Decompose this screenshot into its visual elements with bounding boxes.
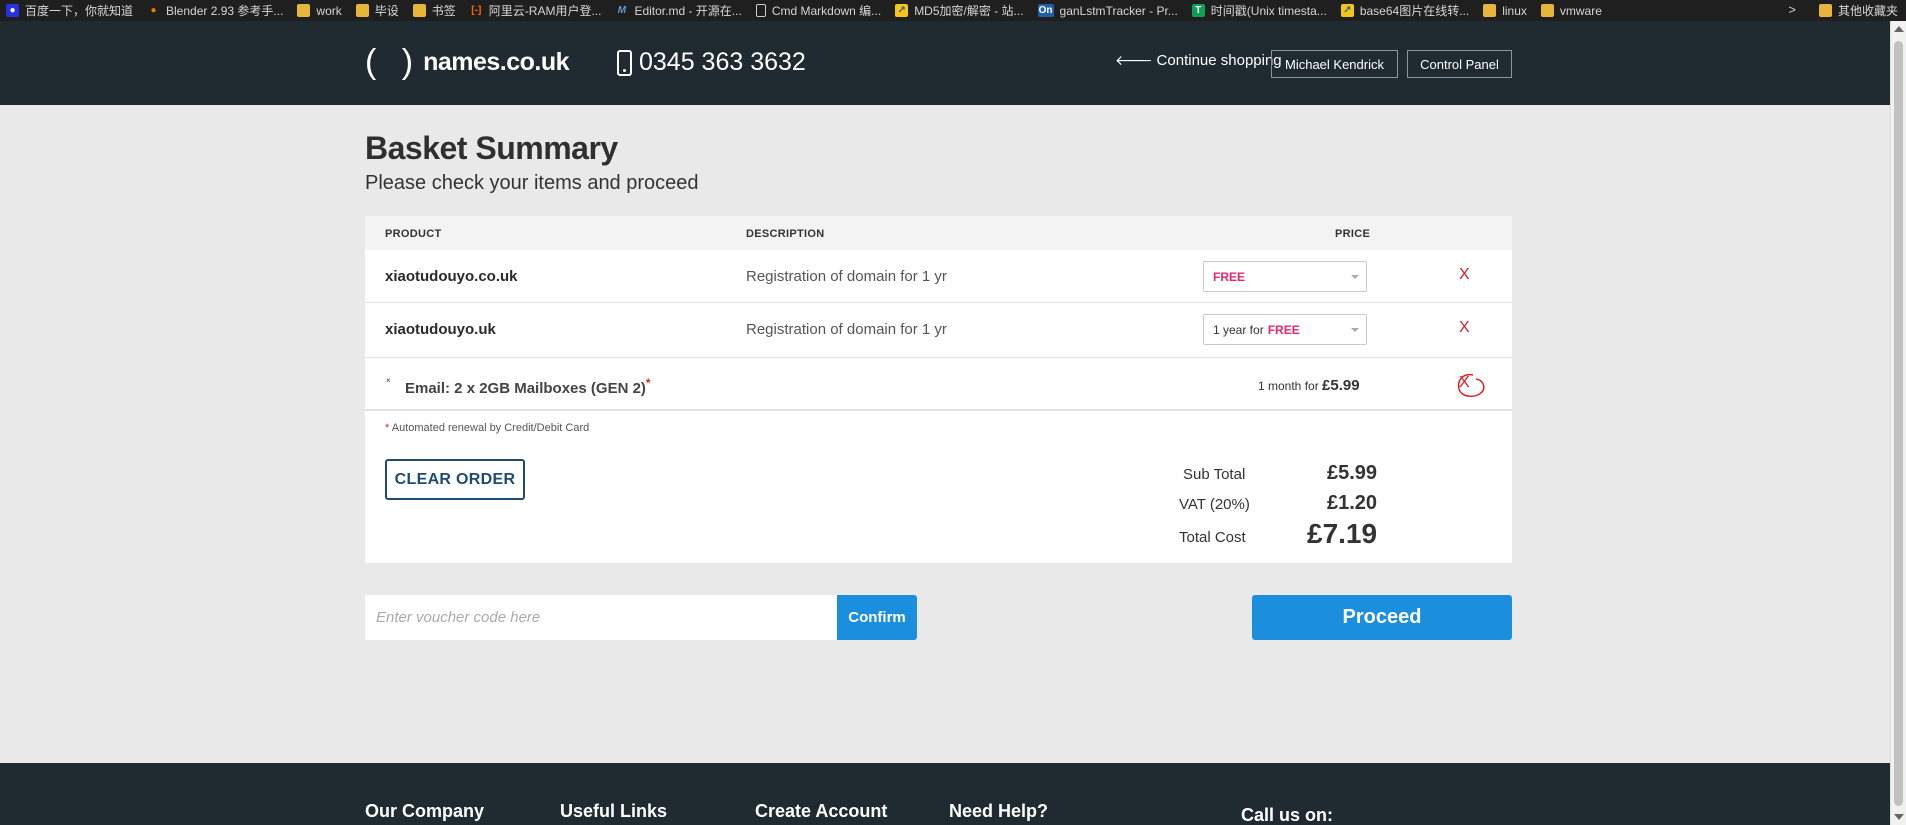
bookmark-overleaf[interactable]: On ganLstmTracker - Pr...: [1032, 0, 1186, 21]
bookmark-shuqian[interactable]: 书签: [407, 0, 464, 21]
vat-label: VAT (20%): [1179, 496, 1250, 513]
sub-total-label: Sub Total: [1183, 466, 1246, 483]
footer-need-help[interactable]: Need Help?: [949, 801, 1048, 822]
scroll-down-icon[interactable]: [1894, 814, 1904, 820]
bookmark-cmd-markdown[interactable]: Cmd Markdown 编...: [750, 0, 889, 21]
folder-icon: [355, 4, 369, 17]
remove-button[interactable]: X: [1459, 319, 1470, 337]
mobile-phone-icon: [617, 49, 632, 76]
bookmark-linux[interactable]: linux: [1477, 0, 1535, 21]
scrollbar-thumb[interactable]: [1894, 41, 1903, 806]
logo[interactable]: ( ) names.co.uk: [365, 43, 570, 81]
bookmark-aliyun[interactable]: [-] 阿里云-RAM用户登...: [464, 0, 610, 21]
page-icon: [755, 4, 766, 17]
chevron-down-icon: [1351, 275, 1359, 279]
editor-md-icon: M: [617, 5, 627, 16]
logo-mark: ( ): [365, 43, 422, 81]
logo-text: names.co.uk: [423, 47, 570, 76]
renewal-note: * Automated renewal by Credit/Debit Card: [385, 422, 590, 434]
price-free: FREE: [1267, 322, 1300, 337]
account-button[interactable]: Michael Kendrick: [1271, 50, 1398, 78]
arrow-left-icon: 🡐: [1115, 52, 1153, 68]
base64-icon: ↗: [1340, 4, 1354, 17]
bookmark-other[interactable]: 其他收藏夹: [1813, 0, 1906, 21]
price-free: FREE: [1213, 269, 1246, 284]
basket-table: PRODUCT DESCRIPTION PRICE xiaotudouyo.co…: [365, 216, 1512, 563]
total-cost-value: £7.19: [1307, 518, 1378, 549]
bookmark-vmware[interactable]: vmware: [1535, 0, 1610, 21]
required-asterisk: *: [645, 376, 651, 390]
folder-icon: [1483, 4, 1497, 17]
table-header: PRODUCT DESCRIPTION PRICE: [365, 216, 1512, 250]
proceed-button[interactable]: Proceed: [1252, 595, 1512, 640]
sub-total-value: £5.99: [1327, 462, 1378, 484]
footer-call-us: Call us on:: [1241, 805, 1334, 825]
term-select[interactable]: FREE: [1203, 261, 1367, 292]
remove-button[interactable]: X: [1459, 266, 1470, 284]
column-product: PRODUCT: [385, 228, 442, 240]
folder-icon: [297, 4, 311, 17]
folder-icon: [1818, 4, 1832, 17]
product-description: Registration of domain for 1 yr: [746, 268, 947, 285]
column-description: DESCRIPTION: [746, 228, 825, 240]
product-name: xiaotudouyo.co.uk: [385, 268, 518, 285]
table-row: xiaotudouyo.co.uk Registration of domain…: [365, 250, 1512, 303]
confirm-voucher-button[interactable]: Confirm: [837, 595, 917, 640]
bookmark-blender[interactable]: ● Blender 2.93 参考手...: [141, 0, 291, 21]
table-row: xiaotudouyo.uk Registration of domain fo…: [365, 303, 1512, 358]
price-prefix: 1 year for: [1213, 322, 1264, 337]
voucher-input[interactable]: Enter voucher code here: [365, 595, 837, 640]
table-row-email: × Email: 2 x 2GB Mailboxes (GEN 2)* 1 mo…: [365, 358, 1512, 411]
product-description: Registration of domain for 1 yr: [746, 321, 947, 338]
aliyun-icon: [-]: [471, 5, 482, 16]
footer-create-account[interactable]: Create Account: [755, 801, 887, 822]
email-product-name: Email: 2 x 2GB Mailboxes (GEN 2)*: [405, 376, 651, 397]
bookmark-editor-md[interactable]: M Editor.md - 开源在...: [609, 0, 749, 21]
footer-our-company[interactable]: Our Company: [365, 801, 484, 822]
overleaf-icon: On: [1037, 4, 1054, 17]
continue-shopping-link[interactable]: 🡐 Continue shopping: [1115, 52, 1282, 69]
bookmark-bishe[interactable]: 毕设: [350, 0, 407, 21]
column-price: PRICE: [1335, 228, 1371, 240]
annotation-circle: [1457, 373, 1485, 397]
site-header: ( ) names.co.uk 0345 363 3632 🡐 Continue…: [0, 21, 1890, 105]
term-select[interactable]: 1 year for FREE: [1203, 314, 1367, 345]
bookmark-baidu[interactable]: ● 百度一下，你就知道: [0, 0, 141, 21]
bookmark-md5[interactable]: ↗ MD5加密/解密 - 站...: [889, 0, 1031, 21]
product-name: xiaotudouyo.uk: [385, 321, 496, 338]
site-footer: Our Company Useful Links Create Account …: [0, 763, 1890, 825]
page-subtitle: Please check your items and proceed: [365, 172, 699, 194]
clear-order-button[interactable]: CLEAR ORDER: [385, 459, 525, 500]
email-price: 1 month for £5.99: [1258, 377, 1360, 394]
bookmark-work[interactable]: work: [291, 0, 349, 21]
total-cost-label: Total Cost: [1179, 529, 1246, 546]
scroll-up-icon[interactable]: [1894, 26, 1904, 32]
collapse-icon[interactable]: ×: [386, 376, 391, 385]
bookmark-timestamp[interactable]: T 时间戳(Unix timesta...: [1186, 0, 1335, 21]
bookmarks-bar: ● 百度一下，你就知道 ● Blender 2.93 参考手... work 毕设 …: [0, 0, 1906, 21]
footer-useful-links[interactable]: Useful Links: [560, 801, 667, 822]
baidu-icon: ●: [6, 4, 19, 17]
phone-number: 0345 363 3632: [617, 48, 806, 77]
md5-icon: ↗: [895, 4, 909, 17]
chevron-down-icon: [1351, 328, 1359, 332]
bookmark-base64[interactable]: ↗ base64图片在线转...: [1335, 0, 1477, 21]
folder-icon: [412, 4, 426, 17]
timestamp-icon: T: [1191, 4, 1205, 17]
vat-value: £1.20: [1327, 492, 1378, 514]
blender-icon: ●: [150, 5, 157, 16]
folder-icon: [1540, 4, 1554, 17]
bookmarks-more-icon[interactable]: >: [1788, 2, 1796, 17]
page-title: Basket Summary: [365, 130, 618, 166]
control-panel-button[interactable]: Control Panel: [1407, 50, 1512, 78]
page-scrollbar[interactable]: [1890, 21, 1906, 825]
